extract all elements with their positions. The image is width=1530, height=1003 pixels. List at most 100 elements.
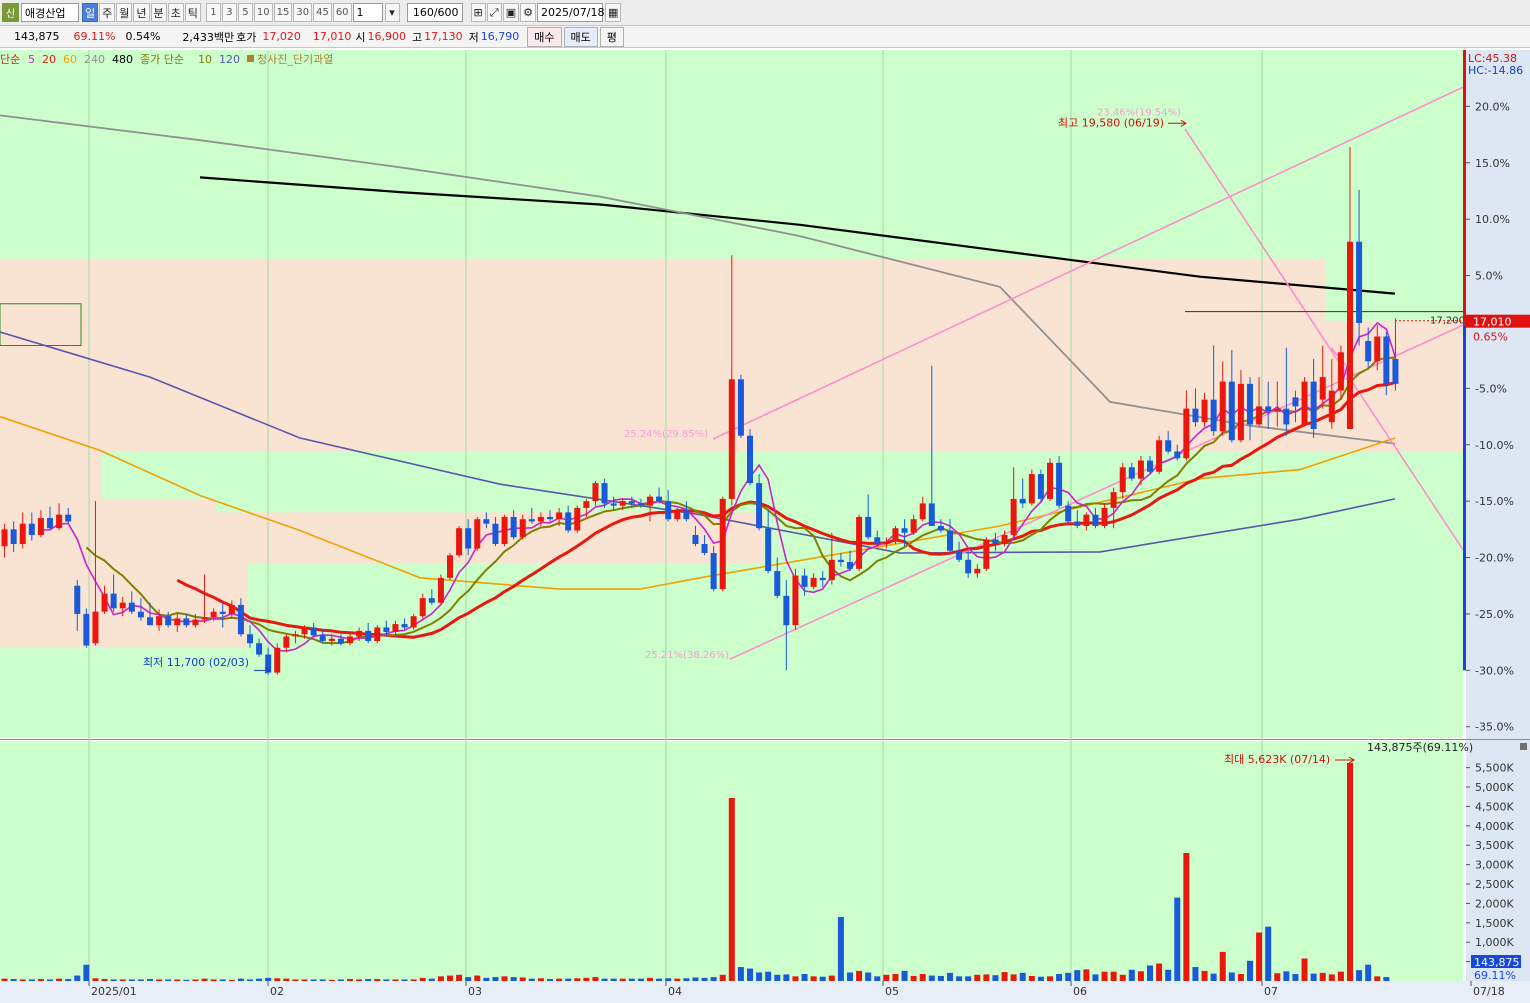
count-input[interactable]: 160/600 [406, 3, 463, 22]
chart-type-icon[interactable]: ⊞ [470, 3, 486, 22]
axis-up-bar [1463, 50, 1466, 325]
interval-input[interactable]: 1 [352, 3, 383, 22]
volume-bar [683, 978, 690, 981]
interval-button-3[interactable]: 3 [221, 3, 237, 22]
candle-body [1083, 514, 1090, 526]
candle-body [65, 514, 72, 522]
candle-body [1, 529, 8, 547]
calendar-icon[interactable]: ▦ [605, 3, 622, 22]
flat-button[interactable]: 평 [599, 26, 624, 47]
interval-button-30[interactable]: 30 [293, 3, 313, 22]
volume-bar [210, 979, 217, 981]
interval-button-15[interactable]: 15 [273, 3, 293, 22]
volume-bar [765, 971, 772, 981]
last-price-label: 17,010 [1473, 316, 1512, 329]
candle-body [401, 624, 408, 628]
candle-body [519, 519, 526, 538]
interval-button-10[interactable]: 10 [253, 3, 273, 22]
candle-body [692, 534, 699, 545]
interval-button-60[interactable]: 60 [332, 3, 352, 22]
low-label: 저 [468, 30, 479, 44]
volume-bar [1028, 975, 1035, 981]
tab-period-1[interactable]: 주 [99, 3, 116, 22]
volume-bar [410, 979, 417, 981]
ask-price: 17,020 [262, 30, 301, 43]
volume-bar [601, 978, 608, 981]
volume-profile-band [0, 388, 1463, 452]
tab-period-5[interactable]: 초 [167, 3, 184, 22]
candle-body [556, 512, 563, 520]
legend-ma-240: 240 [84, 53, 105, 66]
interval-button-1[interactable]: 1 [205, 3, 221, 22]
volume-bar [65, 979, 72, 981]
volume-bar [256, 978, 263, 981]
candle-body [328, 638, 335, 642]
tab-period-0[interactable]: 일 [82, 3, 99, 22]
interval-button-5[interactable]: 5 [237, 3, 253, 22]
candle-body [47, 518, 53, 529]
candle-body [247, 634, 253, 644]
sell-button[interactable]: 매도 [563, 26, 598, 47]
volume-bar [147, 979, 153, 981]
candle-body [1328, 390, 1335, 423]
volume-bar [837, 916, 844, 981]
volume-bar [574, 978, 581, 981]
candle-body [1010, 498, 1017, 535]
candle-body [1201, 399, 1208, 423]
tab-period-2[interactable]: 월 [116, 3, 133, 22]
low-annotation: 최저 11,700 (02/03) [143, 656, 249, 669]
candle-body [28, 523, 35, 535]
date-input[interactable]: 2025/07/18 [537, 3, 604, 22]
volume-bar [128, 979, 135, 981]
volume-bar [965, 976, 972, 981]
candle-body [974, 568, 981, 574]
volume-bar [865, 972, 872, 981]
volume-bar [1283, 971, 1290, 981]
volume-bar [183, 979, 190, 981]
candle-body [1274, 408, 1281, 411]
swing-down-annotation: 25.21%(38.26%) [645, 650, 729, 661]
volume-bar [1383, 977, 1390, 981]
volume-bar [1274, 973, 1281, 981]
interval-button-45[interactable]: 45 [313, 3, 332, 22]
candle-body [1265, 406, 1272, 411]
candle-body [1065, 505, 1072, 522]
candle-body [410, 616, 417, 628]
save-icon[interactable]: ▣ [502, 3, 520, 22]
candle-body [301, 627, 308, 635]
tab-period-4[interactable]: 분 [150, 3, 167, 22]
candle-body [292, 634, 299, 637]
crosshair-icon[interactable]: ⤢ [486, 3, 502, 22]
volume-bar [492, 977, 499, 981]
volume-bar [856, 970, 863, 981]
quote-label: 호가 [236, 30, 257, 44]
candle-body [928, 503, 935, 526]
tab-period-6[interactable]: 틱 [184, 3, 201, 22]
vol-tick-label: 3,000K [1475, 859, 1514, 872]
candle-body [837, 559, 844, 563]
volume-bar [901, 970, 908, 981]
vol-tick-label: 3,500K [1475, 839, 1514, 852]
volume-bar [365, 979, 372, 981]
buy-button[interactable]: 매수 [527, 26, 562, 47]
candle-body [919, 503, 926, 520]
high-arrow-icon [1168, 119, 1187, 127]
settings-icon[interactable]: ⚙ [520, 3, 537, 22]
stock-name-field[interactable]: 애경산업 [21, 3, 79, 22]
tab-period-3[interactable]: 년 [133, 3, 150, 22]
candle-body [1228, 381, 1235, 441]
lc-label: LC:45.38 [1468, 52, 1517, 65]
candle-body [128, 602, 135, 612]
candle-body [656, 496, 663, 502]
interval-dropdown-icon[interactable]: ▾ [384, 3, 400, 22]
volume-bar [56, 978, 63, 981]
vol-tick-label: 1,000K [1475, 936, 1514, 949]
volume-bar [801, 974, 808, 981]
volume-bar [174, 979, 181, 981]
candle-body [1383, 336, 1390, 384]
candle-body [92, 611, 99, 644]
volume-bar [710, 977, 717, 981]
candle-body [765, 528, 772, 572]
volume-bar [537, 978, 544, 981]
volume-profile-band [0, 320, 1463, 389]
